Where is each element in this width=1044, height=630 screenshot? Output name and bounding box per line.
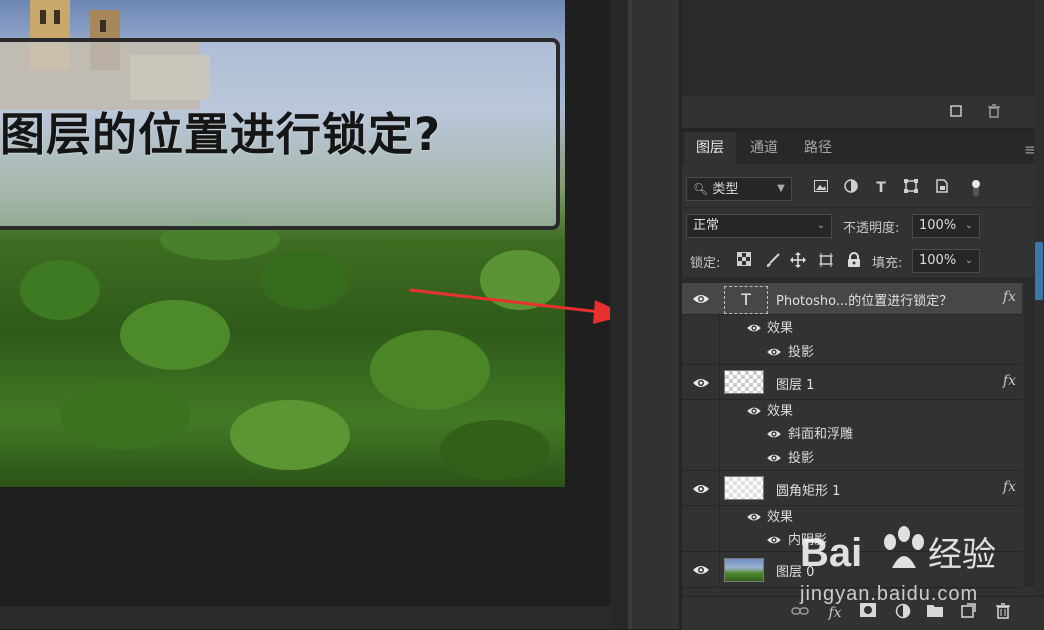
upper-panel-content <box>682 0 1034 96</box>
new-group-folder-icon[interactable] <box>925 603 945 623</box>
right-edge-strip <box>1034 0 1044 629</box>
visibility-eye-icon[interactable] <box>692 482 710 496</box>
divider <box>719 552 720 588</box>
document-canvas-area[interactable]: 图层的位置进行锁定? <box>0 0 627 629</box>
fill-value: 100% <box>919 253 957 268</box>
text-layer-thumbnail[interactable]: T <box>724 286 768 314</box>
effects-visibility-eye-icon[interactable] <box>746 405 762 417</box>
adjustment-filter-icon[interactable] <box>842 179 860 197</box>
opacity-input[interactable]: 100% ⌄ <box>912 214 980 238</box>
blend-mode-value: 正常 <box>693 218 720 233</box>
effect-name[interactable]: 斜面和浮雕 <box>788 423 853 442</box>
search-icon: 🔍︎ <box>693 182 709 196</box>
blend-mode-select[interactable]: 正常 ⌄ <box>686 214 832 238</box>
baidu-jingyan-watermark-logo: Bai 经验 <box>800 526 996 575</box>
red-arrow-annotation <box>409 288 627 324</box>
svg-text:经验: 经验 <box>928 536 996 574</box>
link-layers-icon[interactable] <box>790 603 810 623</box>
canvas-horizontal-scrollbar[interactable] <box>0 606 610 629</box>
visibility-eye-icon[interactable] <box>692 563 710 577</box>
divider <box>719 506 720 552</box>
collapsed-panel-strip <box>632 0 680 629</box>
layer-thumbnail[interactable] <box>724 476 764 500</box>
delete-layer-trash-icon[interactable] <box>993 603 1013 623</box>
divider <box>682 207 1034 208</box>
visibility-eye-icon[interactable] <box>692 292 710 306</box>
effects-label[interactable]: 效果 <box>767 400 793 419</box>
new-adjustment-layer-icon[interactable] <box>893 603 913 623</box>
fill-input[interactable]: 100% ⌄ <box>912 249 980 273</box>
tab-layers[interactable]: 图层 <box>684 132 736 164</box>
layer-effects-group: 效果 投影 <box>682 315 1022 365</box>
layer-name[interactable]: Photosho...的位置进行锁定？ <box>776 290 952 309</box>
opacity-value: 100% <box>919 218 957 233</box>
chevron-down-icon[interactable]: ⌄ <box>961 250 977 272</box>
layer-name[interactable]: 图层 1 <box>776 374 814 393</box>
image-filter-icon[interactable] <box>812 179 830 197</box>
add-layer-style-fx-icon[interactable]: fx <box>825 603 845 623</box>
effect-visibility-eye-icon[interactable] <box>766 452 782 464</box>
new-item-icon[interactable] <box>947 103 965 121</box>
panel-tab-bar <box>682 132 1044 164</box>
tab-paths[interactable]: 路径 <box>792 132 844 164</box>
layers-list-scrollbar[interactable] <box>1024 282 1034 587</box>
chevron-down-icon: ▼ <box>777 183 785 194</box>
filter-kind-label: 类型 <box>712 182 739 197</box>
layer-effects-fx-icon[interactable]: fx <box>1003 373 1016 389</box>
canvas-title-text: 图层的位置进行锁定? <box>0 108 442 161</box>
layer-row-shape[interactable]: 圆角矩形 1 fx ^ <box>682 471 1034 506</box>
filter-toggle-icon[interactable] <box>967 178 985 197</box>
effects-visibility-eye-icon[interactable] <box>746 322 762 334</box>
divider <box>719 315 720 365</box>
opacity-label: 不透明度: <box>843 221 900 236</box>
layer-effects-fx-icon[interactable]: fx <box>1003 289 1016 305</box>
trash-icon[interactable] <box>985 103 1003 121</box>
canvas-vertical-scrollbar[interactable] <box>610 0 628 629</box>
tab-channels[interactable]: 通道 <box>738 132 790 164</box>
effects-label[interactable]: 效果 <box>767 506 793 525</box>
layer-name[interactable]: 圆角矩形 1 <box>776 480 840 499</box>
effects-label[interactable]: 效果 <box>767 317 793 336</box>
svg-text:Bai: Bai <box>800 531 862 575</box>
layer-row-text[interactable]: T Photosho...的位置进行锁定？ fx ^ <box>682 283 1034 315</box>
add-layer-mask-icon[interactable] <box>858 603 878 623</box>
image-layer-thumbnail[interactable] <box>724 558 764 582</box>
effect-name[interactable]: 投影 <box>788 447 814 466</box>
effects-visibility-eye-icon[interactable] <box>746 511 762 523</box>
divider <box>719 400 720 471</box>
chevron-down-icon[interactable]: ⌄ <box>961 215 977 237</box>
layer-filter-kind-select[interactable]: 🔍︎ 类型 ▼ <box>686 177 792 201</box>
divider <box>719 471 720 506</box>
lock-transparent-pixels-icon[interactable] <box>735 252 753 270</box>
lock-position-icon[interactable] <box>789 252 807 270</box>
layer-effects-group: 效果 斜面和浮雕 投影 <box>682 400 1022 471</box>
smart-object-filter-icon[interactable] <box>933 179 951 197</box>
lock-label: 锁定: <box>690 256 721 271</box>
lock-artboard-icon[interactable] <box>817 252 835 270</box>
effect-visibility-eye-icon[interactable] <box>766 534 782 546</box>
layer-row-pixel[interactable]: 图层 1 fx ^ <box>682 365 1034 400</box>
layer-effects-fx-icon[interactable]: fx <box>1003 479 1016 495</box>
divider <box>719 365 720 400</box>
lock-all-icon[interactable] <box>845 252 863 270</box>
new-layer-icon[interactable] <box>958 603 978 623</box>
fill-label: 填充: <box>872 256 903 271</box>
effect-visibility-eye-icon[interactable] <box>766 346 782 358</box>
lock-image-pixels-icon[interactable] <box>764 252 782 270</box>
layer-thumbnail[interactable] <box>724 370 764 394</box>
chevron-down-icon: ⌄ <box>816 220 826 231</box>
effect-name[interactable]: 投影 <box>788 341 814 360</box>
scroll-thumb[interactable] <box>1035 242 1043 300</box>
watermark-url: jingyan.baidu.com <box>800 583 979 605</box>
shape-filter-icon[interactable] <box>902 179 920 197</box>
effect-visibility-eye-icon[interactable] <box>766 428 782 440</box>
visibility-eye-icon[interactable] <box>692 376 710 390</box>
type-filter-icon[interactable]: T <box>872 179 890 197</box>
